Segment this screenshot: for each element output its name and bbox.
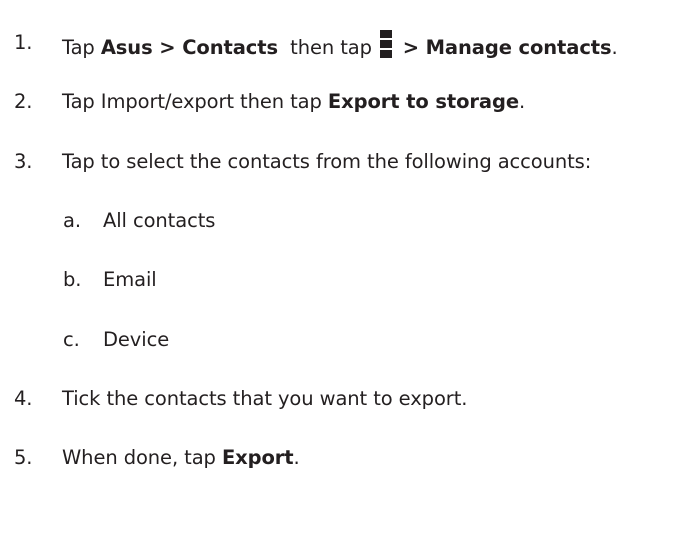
substep-text: All contacts — [103, 209, 216, 232]
step-number: 3. — [14, 150, 33, 173]
substep-letter: c. — [63, 328, 80, 351]
substep-text: Email — [103, 268, 157, 291]
step-text: Tap Import/export then tap Export to sto… — [62, 90, 526, 113]
step-text: Tap to select the contacts from the foll… — [62, 150, 592, 173]
substep-text: Device — [103, 328, 170, 351]
bold-export-to-storage: Export to storage — [327, 90, 519, 113]
substep-letter: b. — [63, 268, 82, 291]
step-number: 1. — [14, 31, 33, 54]
instruction-list: 1. Tap Asus > Contacts then tap > Manage… — [0, 0, 693, 535]
bold-app-path: Asus > Contacts — [100, 36, 278, 59]
vertical-ellipsis-menu-icon — [380, 30, 393, 58]
step-number: 5. — [14, 446, 33, 469]
bold-export: Export — [221, 446, 294, 469]
step-text: Tick the contacts that you want to expor… — [62, 387, 468, 410]
step-text: Tap Asus > Contacts then tap > Manage co… — [62, 30, 618, 61]
substep-letter: a. — [63, 209, 81, 232]
step-number: 4. — [14, 387, 33, 410]
step-text: When done, tap Export. — [62, 446, 300, 469]
bold-manage-contacts: > Manage contacts — [396, 36, 612, 59]
step-number: 2. — [14, 90, 33, 113]
